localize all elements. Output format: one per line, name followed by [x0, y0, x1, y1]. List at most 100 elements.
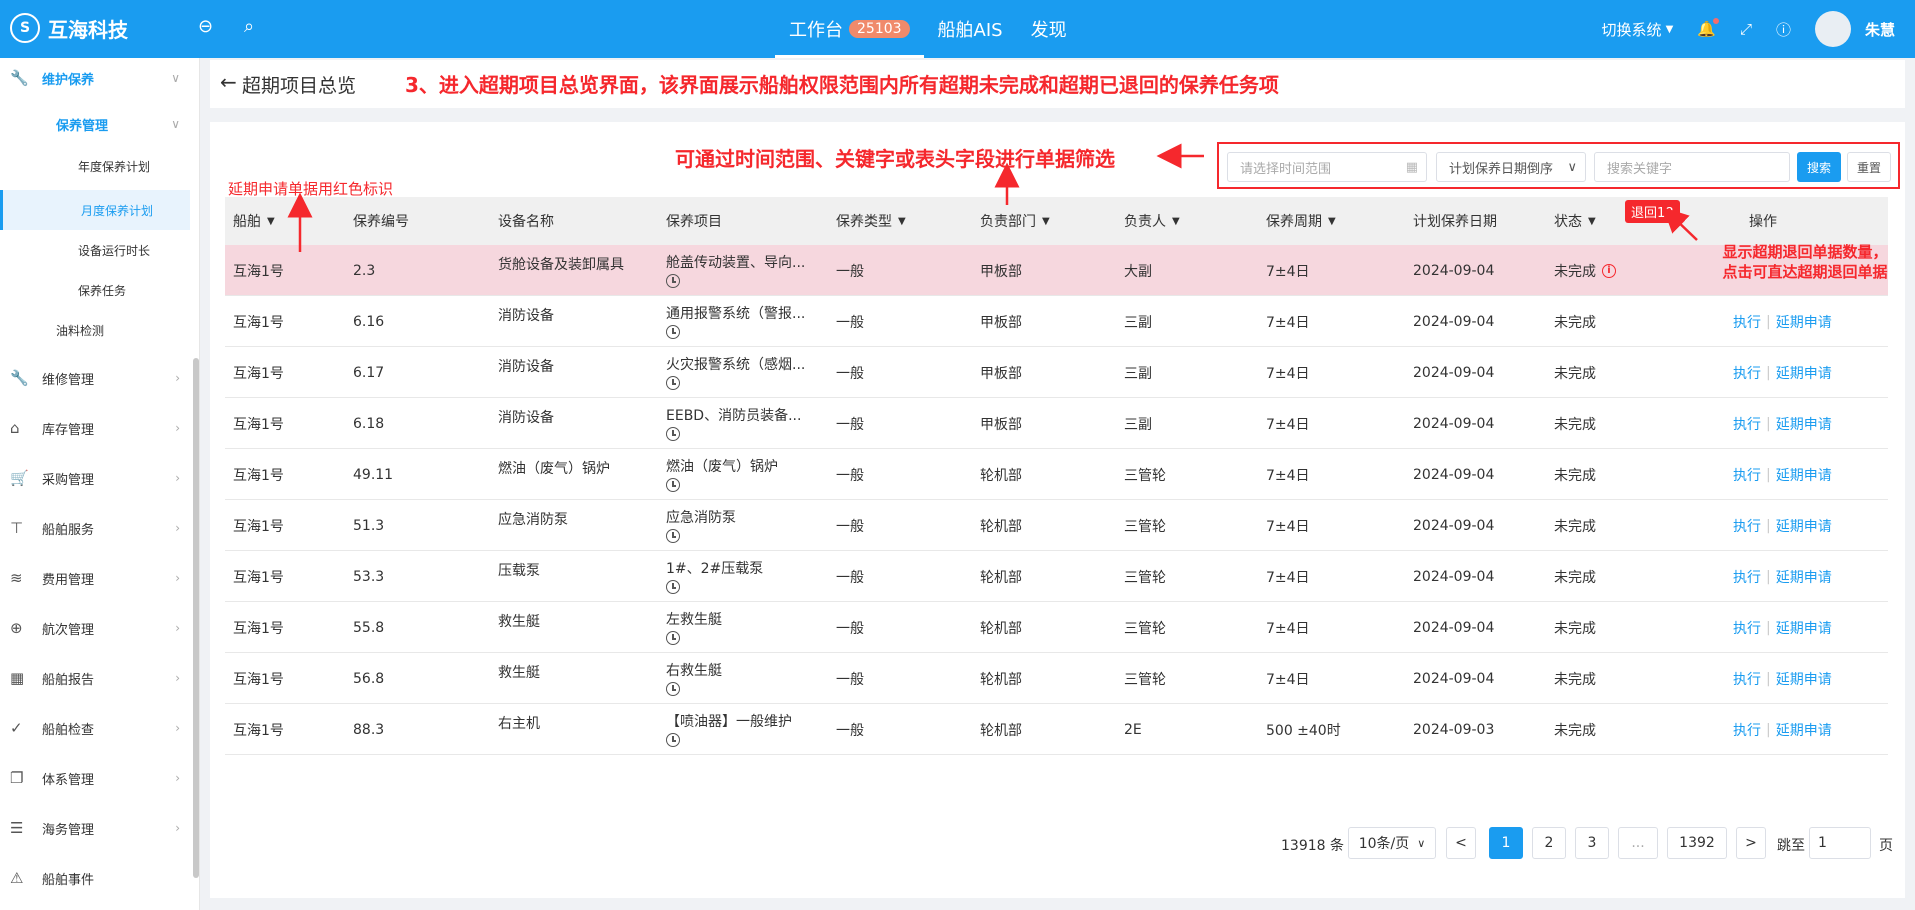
- execute-link[interactable]: 执行: [1733, 516, 1761, 536]
- prev-page-button[interactable]: <: [1446, 827, 1476, 859]
- sidebar-item-repair[interactable]: 🔧 维修管理 ›: [0, 358, 190, 398]
- search-button[interactable]: 搜索: [1797, 152, 1841, 182]
- execute-link[interactable]: 执行: [1733, 465, 1761, 485]
- table-row[interactable]: 互海1号 6.18 消防设备 EEBD、消防员装备... 一般 甲板部 三副 7±4日 2024…: [225, 398, 1888, 449]
- execute-link[interactable]: 执行: [1733, 720, 1761, 740]
- sidebar-item-expense[interactable]: ≋ 费用管理 ›: [0, 558, 190, 598]
- extend-request-link[interactable]: 延期申请: [1776, 618, 1832, 638]
- page-button-last[interactable]: 1392: [1667, 827, 1727, 859]
- sidebar-item-maintenance-mgmt[interactable]: 保养管理 ∨: [0, 106, 190, 142]
- nav-ship-ais[interactable]: 船舶AIS: [924, 0, 1017, 58]
- sidebar-item-system-mgmt[interactable]: ❐ 体系管理 ›: [0, 758, 190, 798]
- returned-count-badge[interactable]: 退回18: [1625, 200, 1680, 223]
- th-owner[interactable]: 负责人 ▼: [1124, 197, 1180, 245]
- sidebar-item-monthly-plan[interactable]: 月度保养计划: [0, 190, 190, 230]
- cell-cycle: 7±4日: [1266, 653, 1310, 704]
- th-dept[interactable]: 负责部门 ▼: [980, 197, 1050, 245]
- search-icon[interactable]: ⌕: [244, 16, 254, 37]
- table-row[interactable]: 互海1号 51.3 应急消防泵 应急消防泵 一般 轮机部 三管轮 7±4日 2024-09-04…: [225, 500, 1888, 551]
- cell-dept: 轮机部: [980, 551, 1022, 602]
- warning-info-icon[interactable]: i: [1602, 263, 1616, 278]
- extend-request-link[interactable]: 延期申请: [1776, 720, 1832, 740]
- sidebar-scrollbar[interactable]: [193, 358, 199, 878]
- cell-status: 未完成: [1554, 296, 1596, 347]
- extend-request-link[interactable]: 延期申请: [1776, 669, 1832, 689]
- table-row[interactable]: 互海1号 53.3 压载泵 1#、2#压载泵 一般 轮机部 三管轮 7±4日 2024-09-0…: [225, 551, 1888, 602]
- chevron-right-icon: ›: [175, 371, 180, 385]
- sidebar-item-tasks[interactable]: 保养任务: [0, 270, 190, 310]
- table-row[interactable]: 互海1号 88.3 右主机 【喷油器】一般维护 一般 轮机部 2E 500 ±40时 2024-…: [225, 704, 1888, 755]
- th-ship[interactable]: 船舶 ▼: [233, 197, 275, 245]
- table-row[interactable]: 互海1号 55.8 救生艇 左救生艇 一般 轮机部 三管轮 7±4日 2024-09-04 未完成…: [225, 602, 1888, 653]
- sort-select[interactable]: 计划保养日期倒序 ∨: [1436, 152, 1586, 182]
- sidebar-item-events[interactable]: ⚠ 船舶事件: [0, 858, 190, 898]
- nav-discover[interactable]: 发现: [1017, 0, 1081, 58]
- execute-link[interactable]: 执行: [1733, 312, 1761, 332]
- cell-ops: 执行 | 延期申请: [1733, 296, 1832, 347]
- next-page-button[interactable]: >: [1736, 827, 1766, 859]
- cell-dept: 轮机部: [980, 500, 1022, 551]
- table-row[interactable]: 互海1号 56.8 救生艇 右救生艇 一般 轮机部 三管轮 7±4日 2024-09-04 未完成…: [225, 653, 1888, 704]
- cell-ship-text: 互海1号: [233, 620, 284, 637]
- page-ellipsis[interactable]: ...: [1618, 827, 1658, 859]
- cell-code: 6.16: [353, 296, 384, 347]
- th-status[interactable]: 状态 ▼: [1554, 197, 1596, 245]
- execute-link[interactable]: 执行: [1733, 669, 1761, 689]
- page-button-1[interactable]: 1: [1489, 827, 1523, 859]
- sidebar-item-runtime[interactable]: 设备运行时长: [0, 230, 190, 270]
- cell-code: 49.11: [353, 449, 393, 500]
- execute-link[interactable]: 执行: [1733, 414, 1761, 434]
- op-separator: |: [1766, 670, 1771, 687]
- cart-icon: 🛒: [10, 469, 29, 487]
- table-row[interactable]: 互海1号 2.3 货舱设备及装卸属具 舱盖传动装置、导向... 一般 甲板部 大副 7±4日 2…: [225, 245, 1888, 296]
- extend-request-link[interactable]: 延期申请: [1776, 363, 1832, 383]
- keyword-input[interactable]: 搜索关键字: [1594, 152, 1790, 182]
- page-button-3[interactable]: 3: [1575, 827, 1609, 859]
- sidebar-item-maritime[interactable]: ☰ 海务管理 ›: [0, 808, 190, 848]
- page-size-select[interactable]: 10条/页 ∨: [1348, 827, 1436, 859]
- cell-code: 88.3: [353, 704, 384, 755]
- sidebar-item-maintenance[interactable]: 🔧 维护保养 ∨: [0, 58, 190, 98]
- back-arrow-icon[interactable]: ←: [220, 70, 237, 94]
- reset-button[interactable]: 重置: [1847, 152, 1891, 182]
- bell-icon[interactable]: 🔔: [1697, 18, 1719, 38]
- table-row[interactable]: 互海1号 6.17 消防设备 火灾报警系统（感烟... 一般 甲板部 三副 7±4日 2024-…: [225, 347, 1888, 398]
- extend-request-link[interactable]: 延期申请: [1776, 516, 1832, 536]
- sidebar-item-ship-service[interactable]: ⊤ 船舶服务 ›: [0, 508, 190, 548]
- nav-workbench[interactable]: 工作台 25103: [775, 0, 924, 58]
- back-circle-icon[interactable]: ⊖: [198, 16, 213, 37]
- extend-request-link[interactable]: 延期申请: [1776, 567, 1832, 587]
- fullscreen-icon[interactable]: ⤢: [1740, 20, 1752, 38]
- total-count: 13918 条: [1281, 838, 1344, 854]
- execute-link[interactable]: 执行: [1733, 618, 1761, 638]
- table-row[interactable]: 互海1号 49.11 燃油（废气）锅炉 燃油（废气）锅炉 一般 轮机部 三管轮 7±4日 202…: [225, 449, 1888, 500]
- page-button-2[interactable]: 2: [1532, 827, 1566, 859]
- switch-system-button[interactable]: 切换系统 ▼: [1602, 19, 1674, 40]
- cell-code-text: 53.3: [353, 568, 385, 585]
- cell-ship: 互海1号: [233, 602, 284, 653]
- goto-page-input[interactable]: 1: [1809, 827, 1871, 859]
- sidebar-item-purchase[interactable]: 🛒 采购管理 ›: [0, 458, 190, 498]
- cell-owner-text: 三管轮: [1124, 467, 1166, 484]
- th-type[interactable]: 保养类型 ▼: [836, 197, 906, 245]
- date-range-input[interactable]: 请选择时间范围 ▦: [1227, 152, 1427, 182]
- table-row[interactable]: 互海1号 6.16 消防设备 通用报警系统（警报... 一般 甲板部 三副 7±4日 2024-…: [225, 296, 1888, 347]
- sidebar-item-inspection[interactable]: ✓ 船舶检查 ›: [0, 708, 190, 748]
- cell-plan-date-text: 2024-09-04: [1413, 670, 1495, 687]
- th-cycle[interactable]: 保养周期 ▼: [1266, 197, 1336, 245]
- extend-request-link[interactable]: 延期申请: [1776, 465, 1832, 485]
- cell-cycle-text: 7±4日: [1266, 518, 1310, 535]
- sidebar-item-oil-test[interactable]: 油料检测: [0, 310, 190, 350]
- execute-link[interactable]: 执行: [1733, 567, 1761, 587]
- sidebar-item-voyage[interactable]: ⊕ 航次管理 ›: [0, 608, 190, 648]
- logo[interactable]: S 互海科技: [10, 13, 128, 43]
- cell-status: 未完成: [1554, 602, 1596, 653]
- sidebar-item-inventory[interactable]: ⌂ 库存管理 ›: [0, 408, 190, 448]
- sidebar-item-annual-plan[interactable]: 年度保养计划: [0, 146, 190, 186]
- sidebar-item-report[interactable]: ▦ 船舶报告 ›: [0, 658, 190, 698]
- user-menu[interactable]: 朱慧: [1814, 11, 1895, 47]
- execute-link[interactable]: 执行: [1733, 363, 1761, 383]
- extend-request-link[interactable]: 延期申请: [1776, 414, 1832, 434]
- help-icon[interactable]: ⓘ: [1776, 19, 1791, 40]
- extend-request-link[interactable]: 延期申请: [1776, 312, 1832, 332]
